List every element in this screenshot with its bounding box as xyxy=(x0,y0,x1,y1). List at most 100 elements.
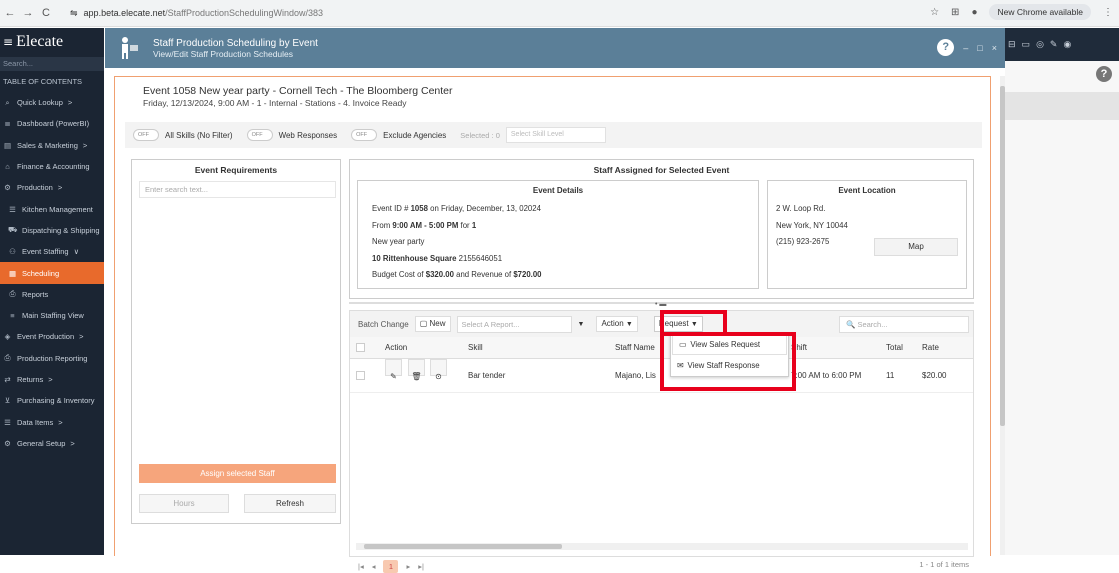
budget-prefix: Budget Cost of xyxy=(372,270,426,279)
returns-icon: ⇄ xyxy=(4,375,11,384)
sidebar-item-label: Purchasing & Inventory xyxy=(17,396,95,406)
link-icon[interactable]: ⊙ xyxy=(430,359,447,381)
hscroll-thumb[interactable] xyxy=(364,544,562,549)
first-page-icon[interactable]: |◂ xyxy=(358,562,364,571)
back-icon[interactable]: ← xyxy=(2,7,18,19)
grid-search-input[interactable]: 🔍 Search... xyxy=(839,316,969,333)
sidebar-item-production-reporting[interactable]: ⎙ Production Reporting xyxy=(0,348,104,369)
col-staff-name[interactable]: Staff Name xyxy=(615,337,655,359)
sidebar-item-reports[interactable]: ⎙ Reports xyxy=(0,284,104,305)
forward-icon[interactable]: → xyxy=(20,7,36,19)
col-total[interactable]: Total xyxy=(886,337,903,359)
event-time: 9:00 AM - 5:00 PM xyxy=(392,220,459,230)
event-address: 10 Rittenhouse Square xyxy=(372,253,457,263)
gear-icon: ⚙ xyxy=(4,183,11,193)
sidebar-item-sales-marketing[interactable]: ▤ Sales & Marketing > xyxy=(0,135,104,156)
map-button[interactable]: Map xyxy=(874,238,958,256)
close-icon[interactable]: × xyxy=(992,43,997,53)
chevron-icon: > xyxy=(58,417,63,427)
account-icon[interactable]: ◉ xyxy=(1063,39,1071,50)
sidebar-item-returns[interactable]: ⇄ Returns > xyxy=(0,369,104,390)
sidebar-item-label: Scheduling xyxy=(22,268,60,278)
address-bar[interactable]: ⇋ app.beta.elecate.net/StaffProductionSc… xyxy=(70,8,323,19)
report-caret-icon[interactable]: ▼ xyxy=(578,321,585,328)
minimize-icon[interactable]: – xyxy=(963,43,968,53)
report-select[interactable]: Select A Report... xyxy=(456,315,572,333)
staff-assigned-panel: Staff Assigned for Selected Event Event … xyxy=(349,159,974,299)
sidebar-item-quick-lookup[interactable]: ⌕ Quick Lookup > xyxy=(0,92,104,113)
exclude-agencies-toggle[interactable]: OFF xyxy=(351,129,378,141)
star-icon[interactable]: ☆ xyxy=(930,7,939,18)
bg-icon[interactable]: ▭ xyxy=(1022,39,1031,50)
sidebar-item-scheduling[interactable]: ▦ Scheduling xyxy=(0,262,104,284)
sidebar-item-data-items[interactable]: ☰ Data Items > xyxy=(0,411,104,432)
dialog-vertical-scrollbar[interactable] xyxy=(1000,76,1005,555)
next-page-icon[interactable]: ▸ xyxy=(406,562,410,571)
sidebar-item-label: General Setup xyxy=(17,438,66,448)
help-icon[interactable]: ? xyxy=(937,39,955,56)
col-skill[interactable]: Skill xyxy=(468,337,483,359)
all-skills-toggle[interactable]: OFF xyxy=(133,129,159,141)
new-button[interactable]: ▢ New xyxy=(414,316,451,332)
extensions-icon[interactable]: ⊞ xyxy=(951,7,959,18)
dashboard-icon: ≣ xyxy=(4,119,11,129)
sidebar-search-input[interactable]: Search... xyxy=(0,57,104,71)
sidebar-item-dispatching-shipping[interactable]: ⛟ Dispatching & Shipping xyxy=(0,220,104,241)
requirements-search-input[interactable]: Enter search text... xyxy=(139,181,336,198)
bg-icon[interactable]: ◎ xyxy=(1036,39,1044,50)
chevron-icon: > xyxy=(48,375,53,384)
last-page-icon[interactable]: ▸| xyxy=(418,562,424,571)
background-strip xyxy=(1000,92,1119,120)
printer-icon: ⎙ xyxy=(4,353,11,363)
sidebar-item-main-staffing-view[interactable]: ≡ Main Staffing View xyxy=(0,305,104,326)
sidebar-item-dashboard-powerbi[interactable]: ≣ Dashboard (PowerBI) xyxy=(0,113,104,134)
chevron-icon: > xyxy=(67,98,73,108)
dialog-header: Staff Production Scheduling by Event Vie… xyxy=(105,28,1005,68)
refresh-button[interactable]: Refresh xyxy=(244,494,336,513)
event-address-line: 10 Rittenhouse Square 2155646051 xyxy=(372,251,758,268)
profile-icon[interactable]: ● xyxy=(971,7,977,18)
sidebar-item-general-setup[interactable]: ⚙ General Setup > xyxy=(0,433,104,454)
sidebar-item-finance-accounting[interactable]: ⌂ Finance & Accounting xyxy=(0,156,104,177)
background-help-icon[interactable]: ? xyxy=(1096,66,1112,82)
sidebar-item-event-staffing[interactable]: ⚇ Event Staffing ∨ xyxy=(0,241,104,262)
prev-page-icon[interactable]: ◂ xyxy=(372,562,376,571)
event-location-title: Event Location xyxy=(838,186,896,195)
dialog-subtitle: View/Edit Staff Production Schedules xyxy=(153,48,294,59)
event-details-title: Event Details xyxy=(532,186,584,195)
sidebar-item-kitchen-management[interactable]: ☰ Kitchen Management xyxy=(0,198,104,219)
time-prefix: From xyxy=(372,220,393,230)
col-action[interactable]: Action xyxy=(385,337,407,359)
current-page[interactable]: 1 xyxy=(383,560,399,573)
batch-change-button[interactable]: Batch Change xyxy=(358,320,409,329)
maximize-icon[interactable]: □ xyxy=(977,43,982,53)
report-icon: ⎙ xyxy=(9,289,16,299)
hours-button[interactable]: Hours xyxy=(139,494,229,513)
menu-dots-icon[interactable]: ⋮ xyxy=(1103,7,1113,18)
web-responses-toggle[interactable]: OFF xyxy=(246,129,273,141)
edit-icon[interactable]: ✎ xyxy=(385,359,402,381)
horizontal-scrollbar[interactable] xyxy=(356,543,968,550)
sidebar-item-purchasing-inventory[interactable]: ⊻ Purchasing & Inventory xyxy=(0,390,104,411)
event-id: 1058 xyxy=(410,204,428,213)
sidebar-item-production[interactable]: ⚙ Production > xyxy=(0,177,104,198)
bg-icon[interactable]: ⊟ xyxy=(1008,39,1016,50)
splitter-handle-icon[interactable]: • ▬ xyxy=(655,301,666,308)
kitchen-icon: ☰ xyxy=(9,204,16,214)
vscroll-thumb[interactable] xyxy=(1000,86,1005,426)
chrome-update-button[interactable]: New Chrome available xyxy=(989,4,1091,20)
sidebar-item-event-production[interactable]: ◈ Event Production > xyxy=(0,326,104,347)
search-icon: ⌕ xyxy=(5,97,10,107)
action-button[interactable]: Action ▼ xyxy=(596,316,638,332)
skill-level-select[interactable]: Select Skill Level xyxy=(505,127,606,143)
select-all-checkbox[interactable] xyxy=(356,343,365,352)
megaphone-icon[interactable]: ✎ xyxy=(1050,39,1058,50)
hamburger-icon[interactable]: ≡ xyxy=(3,35,13,49)
reload-icon[interactable]: C xyxy=(38,7,54,19)
trash-icon[interactable]: 🗑 xyxy=(408,359,425,381)
exclude-agencies-label: Exclude Agencies xyxy=(383,130,447,140)
site-info-icon[interactable]: ⇋ xyxy=(70,8,78,19)
col-rate[interactable]: Rate xyxy=(922,337,939,359)
assign-staff-button[interactable]: Assign selected Staff xyxy=(139,464,336,483)
row-checkbox[interactable] xyxy=(356,371,365,380)
